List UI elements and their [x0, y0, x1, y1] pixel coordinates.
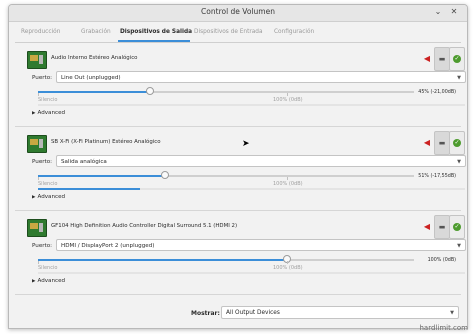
chevron-down-icon: ▼ [457, 75, 461, 81]
expander-arrow-icon: ▶ [32, 111, 36, 116]
volume-fill [38, 91, 151, 93]
chevron-down-icon: ▼ [450, 310, 454, 316]
device-panel: SB X-Fi (X-Fi Platinum) Estéreo Analógic… [15, 131, 466, 203]
set-default-button[interactable]: ✓ [449, 131, 465, 155]
peak-meter [38, 188, 465, 190]
device-name: SB X-Fi (X-Fi Platinum) Estéreo Analógic… [51, 139, 161, 145]
volume-knob[interactable] [160, 171, 169, 179]
set-default-button[interactable]: ✓ [449, 47, 465, 71]
sound-card-icon [27, 135, 47, 153]
expander-arrow-icon: ▶ [32, 195, 36, 200]
show-label: Mostrar: [191, 310, 220, 317]
show-select[interactable]: All Output Devices ▼ [221, 306, 459, 319]
tab-configuration[interactable]: Configuración [274, 29, 314, 35]
divider [15, 210, 461, 211]
tick-mark [287, 177, 288, 180]
port-select[interactable]: Line Out (unplugged) ▼ [56, 71, 466, 83]
port-select[interactable]: Salida analógica ▼ [56, 155, 466, 167]
port-value: Salida analógica [61, 159, 107, 165]
tab-recording[interactable]: Grabación [81, 29, 111, 35]
port-label: Puerto: [32, 75, 53, 81]
advanced-expander[interactable]: ▶ Advanced [32, 110, 65, 116]
volume-slider[interactable] [38, 87, 414, 95]
device-panel: GF104 High Definition Audio Controller D… [15, 215, 466, 287]
set-default-button[interactable]: ✓ [449, 215, 465, 239]
tick-mark [38, 93, 39, 96]
tick-mark [38, 261, 39, 264]
tick-mark [38, 177, 39, 180]
volume-slider[interactable] [38, 255, 414, 263]
advanced-label: Advanced [37, 110, 66, 116]
hundred-percent-label: 100% (0dB) [273, 97, 303, 103]
volume-slider[interactable] [38, 171, 414, 179]
tab-input-devices[interactable]: Dispositivos de Entrada [194, 29, 263, 35]
advanced-expander[interactable]: ▶ Advanced [32, 194, 65, 200]
check-icon: ✓ [453, 139, 461, 147]
volume-readout: 51% (-17,55dB) [418, 174, 456, 179]
check-icon: ✓ [453, 223, 461, 231]
chevron-down-icon: ▼ [457, 159, 461, 165]
expander-arrow-icon: ▶ [32, 279, 36, 284]
minimize-button[interactable]: ⌄ [433, 7, 443, 17]
hundred-percent-label: 100% (0dB) [273, 181, 303, 187]
advanced-label: Advanced [37, 278, 66, 284]
chevron-down-icon: ▼ [457, 243, 461, 249]
close-button[interactable]: ✕ [449, 7, 459, 17]
check-icon: ✓ [453, 55, 461, 63]
tab-playback[interactable]: Reproducción [21, 29, 60, 35]
advanced-expander[interactable]: ▶ Advanced [32, 278, 65, 284]
volume-knob[interactable] [146, 87, 155, 95]
divider [15, 126, 461, 127]
watermark: hardlimit.com [419, 324, 469, 332]
title-bar: Control de Volumen ⌄ ✕ [9, 5, 467, 22]
volume-readout: 45% (-21,00dB) [418, 90, 456, 95]
lock-channels-button[interactable]: ▬ [434, 215, 450, 239]
lock-channels-button[interactable]: ▬ [434, 47, 450, 71]
port-select[interactable]: HDMI / DisplayPort 2 (unplugged) ▼ [56, 239, 466, 251]
sound-card-icon [27, 219, 47, 237]
port-value: HDMI / DisplayPort 2 (unplugged) [61, 243, 155, 249]
silence-label: Silencio [38, 97, 58, 103]
device-name: GF104 High Definition Audio Controller D… [51, 223, 238, 229]
lock-channels-button[interactable]: ▬ [434, 131, 450, 155]
volume-readout: 100% (0dB) [427, 258, 456, 263]
mute-button[interactable]: ◀ [419, 131, 435, 155]
volume-fill [38, 259, 287, 261]
show-value: All Output Devices [226, 310, 280, 316]
device-panel: Audio Interno Estéreo Analógico ◀ ▬ ✓ Pu… [15, 47, 466, 119]
peak-meter [38, 104, 465, 106]
volume-fill [38, 175, 165, 177]
peak-meter [38, 272, 465, 274]
silence-label: Silencio [38, 181, 58, 187]
mute-button[interactable]: ◀ [419, 47, 435, 71]
hundred-percent-label: 100% (0dB) [273, 265, 303, 271]
tab-bar: Reproducción Grabación Dispositivos de S… [15, 25, 461, 43]
peak-fill [38, 188, 141, 190]
active-tab-indicator [118, 40, 190, 42]
sound-card-icon [27, 51, 47, 69]
volume-control-window: Control de Volumen ⌄ ✕ Reproducción Grab… [8, 4, 468, 329]
tick-mark [287, 93, 288, 96]
port-label: Puerto: [32, 159, 53, 165]
tick-mark [287, 261, 288, 264]
mouse-cursor-icon: ➤ [242, 139, 250, 149]
silence-label: Silencio [38, 265, 58, 271]
mute-button[interactable]: ◀ [419, 215, 435, 239]
divider [15, 294, 461, 295]
device-name: Audio Interno Estéreo Analógico [51, 55, 138, 61]
port-value: Line Out (unplugged) [61, 75, 121, 81]
window-title: Control de Volumen [201, 7, 275, 16]
tab-output-devices[interactable]: Dispositivos de Salida [120, 29, 192, 35]
port-label: Puerto: [32, 243, 53, 249]
advanced-label: Advanced [37, 194, 66, 200]
